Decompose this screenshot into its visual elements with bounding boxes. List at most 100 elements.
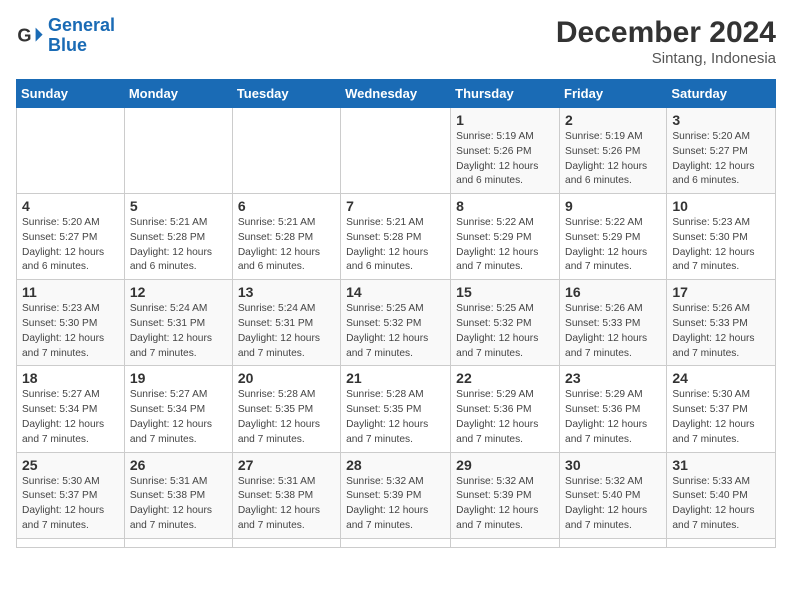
- header-monday: Monday: [124, 80, 232, 108]
- day-detail: Sunrise: 5:26 AMSunset: 5:33 PMDaylight:…: [672, 303, 754, 358]
- calendar-cell: 25 Sunrise: 5:30 AMSunset: 5:37 PMDaylig…: [17, 452, 125, 538]
- calendar-cell: 28 Sunrise: 5:32 AMSunset: 5:39 PMDaylig…: [341, 452, 451, 538]
- logo-text: General Blue: [48, 16, 115, 56]
- day-detail: Sunrise: 5:32 AMSunset: 5:40 PMDaylight:…: [565, 476, 647, 531]
- calendar-table: SundayMondayTuesdayWednesdayThursdayFrid…: [16, 79, 776, 548]
- calendar-cell: 31 Sunrise: 5:33 AMSunset: 5:40 PMDaylig…: [667, 452, 776, 538]
- calendar-cell: [124, 538, 232, 547]
- day-number: 3: [672, 112, 770, 128]
- day-number: 2: [565, 112, 661, 128]
- day-number: 4: [22, 198, 119, 214]
- day-detail: Sunrise: 5:20 AMSunset: 5:27 PMDaylight:…: [672, 131, 754, 186]
- calendar-week-3: 11 Sunrise: 5:23 AMSunset: 5:30 PMDaylig…: [17, 280, 776, 366]
- day-number: 17: [672, 284, 770, 300]
- day-number: 28: [346, 457, 445, 473]
- calendar-week-5: 25 Sunrise: 5:30 AMSunset: 5:37 PMDaylig…: [17, 452, 776, 538]
- logo: G General Blue: [16, 16, 115, 56]
- day-number: 24: [672, 370, 770, 386]
- calendar-cell: 22 Sunrise: 5:29 AMSunset: 5:36 PMDaylig…: [451, 366, 560, 452]
- day-detail: Sunrise: 5:20 AMSunset: 5:27 PMDaylight:…: [22, 217, 104, 272]
- calendar-cell: [667, 538, 776, 547]
- calendar-cell: 23 Sunrise: 5:29 AMSunset: 5:36 PMDaylig…: [560, 366, 667, 452]
- day-number: 21: [346, 370, 445, 386]
- calendar-cell: 20 Sunrise: 5:28 AMSunset: 5:35 PMDaylig…: [232, 366, 340, 452]
- calendar-cell: 3 Sunrise: 5:20 AMSunset: 5:27 PMDayligh…: [667, 108, 776, 194]
- calendar-cell: 5 Sunrise: 5:21 AMSunset: 5:28 PMDayligh…: [124, 194, 232, 280]
- location-subtitle: Sintang, Indonesia: [556, 50, 776, 67]
- day-detail: Sunrise: 5:22 AMSunset: 5:29 PMDaylight:…: [565, 217, 647, 272]
- calendar-cell: [451, 538, 560, 547]
- calendar-cell: [341, 538, 451, 547]
- day-detail: Sunrise: 5:29 AMSunset: 5:36 PMDaylight:…: [565, 389, 647, 444]
- calendar-cell: 15 Sunrise: 5:25 AMSunset: 5:32 PMDaylig…: [451, 280, 560, 366]
- svg-text:G: G: [17, 25, 31, 45]
- day-detail: Sunrise: 5:27 AMSunset: 5:34 PMDaylight:…: [130, 389, 212, 444]
- calendar-cell: 27 Sunrise: 5:31 AMSunset: 5:38 PMDaylig…: [232, 452, 340, 538]
- day-number: 30: [565, 457, 661, 473]
- calendar-cell: [232, 108, 340, 194]
- calendar-header-row: SundayMondayTuesdayWednesdayThursdayFrid…: [17, 80, 776, 108]
- day-number: 27: [238, 457, 335, 473]
- day-detail: Sunrise: 5:23 AMSunset: 5:30 PMDaylight:…: [672, 217, 754, 272]
- day-number: 23: [565, 370, 661, 386]
- day-number: 29: [456, 457, 554, 473]
- day-detail: Sunrise: 5:25 AMSunset: 5:32 PMDaylight:…: [346, 303, 428, 358]
- header-sunday: Sunday: [17, 80, 125, 108]
- day-number: 1: [456, 112, 554, 128]
- header-tuesday: Tuesday: [232, 80, 340, 108]
- calendar-cell: 8 Sunrise: 5:22 AMSunset: 5:29 PMDayligh…: [451, 194, 560, 280]
- day-number: 19: [130, 370, 227, 386]
- logo-blue: Blue: [48, 35, 87, 55]
- day-number: 12: [130, 284, 227, 300]
- header-saturday: Saturday: [667, 80, 776, 108]
- calendar-cell: 10 Sunrise: 5:23 AMSunset: 5:30 PMDaylig…: [667, 194, 776, 280]
- calendar-week-2: 4 Sunrise: 5:20 AMSunset: 5:27 PMDayligh…: [17, 194, 776, 280]
- calendar-week-4: 18 Sunrise: 5:27 AMSunset: 5:34 PMDaylig…: [17, 366, 776, 452]
- calendar-cell: 30 Sunrise: 5:32 AMSunset: 5:40 PMDaylig…: [560, 452, 667, 538]
- calendar-cell: 9 Sunrise: 5:22 AMSunset: 5:29 PMDayligh…: [560, 194, 667, 280]
- calendar-cell: 13 Sunrise: 5:24 AMSunset: 5:31 PMDaylig…: [232, 280, 340, 366]
- calendar-cell: 2 Sunrise: 5:19 AMSunset: 5:26 PMDayligh…: [560, 108, 667, 194]
- day-detail: Sunrise: 5:22 AMSunset: 5:29 PMDaylight:…: [456, 217, 538, 272]
- day-detail: Sunrise: 5:30 AMSunset: 5:37 PMDaylight:…: [672, 389, 754, 444]
- day-number: 6: [238, 198, 335, 214]
- page-header: G General Blue December 2024 Sintang, In…: [16, 16, 776, 67]
- day-number: 16: [565, 284, 661, 300]
- day-number: 11: [22, 284, 119, 300]
- month-title: December 2024: [556, 16, 776, 50]
- title-block: December 2024 Sintang, Indonesia: [556, 16, 776, 67]
- calendar-cell: 11 Sunrise: 5:23 AMSunset: 5:30 PMDaylig…: [17, 280, 125, 366]
- day-detail: Sunrise: 5:28 AMSunset: 5:35 PMDaylight:…: [238, 389, 320, 444]
- calendar-cell: [17, 108, 125, 194]
- day-detail: Sunrise: 5:27 AMSunset: 5:34 PMDaylight:…: [22, 389, 104, 444]
- day-number: 31: [672, 457, 770, 473]
- day-detail: Sunrise: 5:32 AMSunset: 5:39 PMDaylight:…: [456, 476, 538, 531]
- day-number: 22: [456, 370, 554, 386]
- day-number: 13: [238, 284, 335, 300]
- day-detail: Sunrise: 5:26 AMSunset: 5:33 PMDaylight:…: [565, 303, 647, 358]
- header-friday: Friday: [560, 80, 667, 108]
- calendar-cell: 6 Sunrise: 5:21 AMSunset: 5:28 PMDayligh…: [232, 194, 340, 280]
- day-number: 15: [456, 284, 554, 300]
- calendar-cell: 7 Sunrise: 5:21 AMSunset: 5:28 PMDayligh…: [341, 194, 451, 280]
- day-detail: Sunrise: 5:23 AMSunset: 5:30 PMDaylight:…: [22, 303, 104, 358]
- day-number: 8: [456, 198, 554, 214]
- calendar-week-1: 1 Sunrise: 5:19 AMSunset: 5:26 PMDayligh…: [17, 108, 776, 194]
- day-detail: Sunrise: 5:24 AMSunset: 5:31 PMDaylight:…: [238, 303, 320, 358]
- calendar-cell: 19 Sunrise: 5:27 AMSunset: 5:34 PMDaylig…: [124, 366, 232, 452]
- header-wednesday: Wednesday: [341, 80, 451, 108]
- day-detail: Sunrise: 5:32 AMSunset: 5:39 PMDaylight:…: [346, 476, 428, 531]
- day-number: 18: [22, 370, 119, 386]
- calendar-cell: 1 Sunrise: 5:19 AMSunset: 5:26 PMDayligh…: [451, 108, 560, 194]
- header-thursday: Thursday: [451, 80, 560, 108]
- day-detail: Sunrise: 5:31 AMSunset: 5:38 PMDaylight:…: [238, 476, 320, 531]
- day-number: 26: [130, 457, 227, 473]
- day-detail: Sunrise: 5:33 AMSunset: 5:40 PMDaylight:…: [672, 476, 754, 531]
- day-detail: Sunrise: 5:29 AMSunset: 5:36 PMDaylight:…: [456, 389, 538, 444]
- calendar-cell: 18 Sunrise: 5:27 AMSunset: 5:34 PMDaylig…: [17, 366, 125, 452]
- calendar-cell: 17 Sunrise: 5:26 AMSunset: 5:33 PMDaylig…: [667, 280, 776, 366]
- calendar-cell: 21 Sunrise: 5:28 AMSunset: 5:35 PMDaylig…: [341, 366, 451, 452]
- calendar-cell: [560, 538, 667, 547]
- day-number: 14: [346, 284, 445, 300]
- logo-general: General: [48, 15, 115, 35]
